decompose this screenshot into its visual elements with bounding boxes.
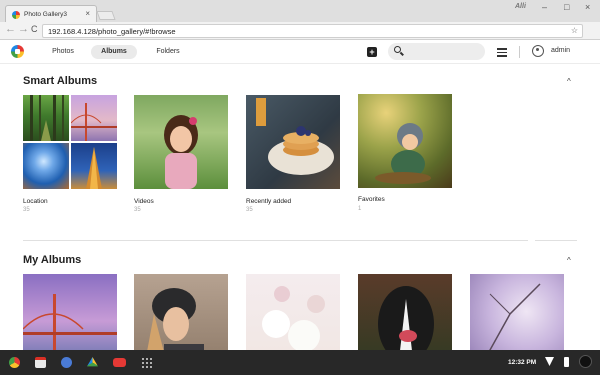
add-icon[interactable]: + — [367, 47, 377, 57]
maximize-button[interactable]: □ — [564, 2, 569, 12]
album-cover-favorites[interactable] — [358, 94, 452, 188]
search-icon — [394, 46, 401, 53]
my-album-cover-portrait[interactable] — [134, 274, 228, 350]
browser-tab-title: Photo Gallery3 — [24, 11, 67, 18]
album-name-location[interactable]: Location — [23, 198, 48, 205]
window-title: Alli — [515, 3, 526, 10]
tab-albums[interactable]: Albums — [91, 45, 137, 59]
new-tab-button[interactable] — [96, 11, 116, 20]
album-cover-recently-added[interactable] — [246, 95, 340, 189]
tile-tower — [71, 143, 117, 189]
browser-tab-strip: Photo Gallery3 × Alli – □ × — [0, 0, 600, 22]
tile-forest — [23, 95, 69, 141]
smart-albums-title: Smart Albums — [23, 75, 98, 87]
filter-icon[interactable] — [497, 48, 507, 59]
forward-icon[interactable]: → — [18, 23, 29, 35]
gmail-icon[interactable] — [35, 357, 46, 368]
section-divider — [23, 240, 528, 241]
tab-photos[interactable]: Photos — [44, 45, 82, 59]
album-count-location: 35 — [23, 207, 30, 213]
collapse-smart-albums-icon[interactable]: ^ — [567, 77, 571, 86]
my-album-cover-dog[interactable] — [358, 274, 452, 350]
app-logo-icon[interactable] — [11, 45, 24, 58]
my-album-cover-blossoms[interactable] — [470, 274, 564, 350]
back-icon[interactable]: ← — [5, 23, 16, 35]
tile-bridge — [71, 95, 117, 141]
tile-canyon — [23, 143, 69, 189]
url-text: 192.168.4.128/photo_gallery/#!browse — [48, 27, 176, 36]
section-divider-right — [535, 240, 577, 241]
wifi-icon[interactable] — [545, 357, 554, 366]
app-header: Photos Albums Folders + admin — [0, 40, 600, 64]
album-cover-location[interactable] — [23, 95, 117, 189]
header-divider — [519, 46, 520, 58]
clock[interactable]: 12:32 PM — [508, 359, 536, 366]
youtube-icon[interactable] — [113, 358, 126, 367]
user-avatar-icon[interactable] — [532, 45, 544, 57]
album-count-favorites: 1 — [358, 206, 362, 212]
address-bar[interactable]: 192.168.4.128/photo_gallery/#!browse ☆ — [42, 24, 583, 38]
tab-close-icon[interactable]: × — [85, 9, 90, 18]
account-status-icon[interactable] — [579, 355, 592, 368]
my-album-cover-bridge[interactable] — [23, 274, 117, 350]
tab-folders[interactable]: Folders — [148, 45, 188, 59]
photo-gallery-favicon-icon — [12, 11, 20, 19]
browser-toolbar: ← → C 192.168.4.128/photo_gallery/#!brow… — [0, 22, 600, 40]
album-name-recently-added[interactable]: Recently added — [246, 198, 291, 205]
app-launcher-icon[interactable] — [141, 357, 152, 368]
album-count-recently-added: 35 — [246, 207, 253, 213]
main-content: Smart Albums ^ Location 35 Videos 35 Rec… — [0, 64, 600, 350]
album-count-videos: 35 — [134, 207, 141, 213]
os-taskbar: 12:32 PM — [0, 350, 600, 375]
reload-icon[interactable]: C — [31, 24, 38, 34]
bookmark-star-icon[interactable]: ☆ — [571, 26, 578, 35]
chrome-icon[interactable] — [9, 357, 20, 368]
docs-icon[interactable] — [61, 357, 72, 368]
collapse-my-albums-icon[interactable]: ^ — [567, 256, 571, 265]
battery-icon[interactable] — [564, 357, 569, 367]
browser-tab[interactable]: Photo Gallery3 × — [5, 5, 97, 22]
album-name-videos[interactable]: Videos — [134, 198, 154, 205]
my-albums-title: My Albums — [23, 254, 82, 266]
search-input[interactable] — [388, 43, 485, 60]
album-name-favorites[interactable]: Favorites — [358, 196, 385, 203]
minimize-button[interactable]: – — [542, 2, 547, 12]
username[interactable]: admin — [551, 47, 570, 54]
close-window-button[interactable]: × — [585, 2, 590, 12]
album-cover-videos[interactable] — [134, 95, 228, 189]
my-album-cover-flowers[interactable] — [246, 274, 340, 350]
drive-icon[interactable] — [87, 357, 98, 367]
